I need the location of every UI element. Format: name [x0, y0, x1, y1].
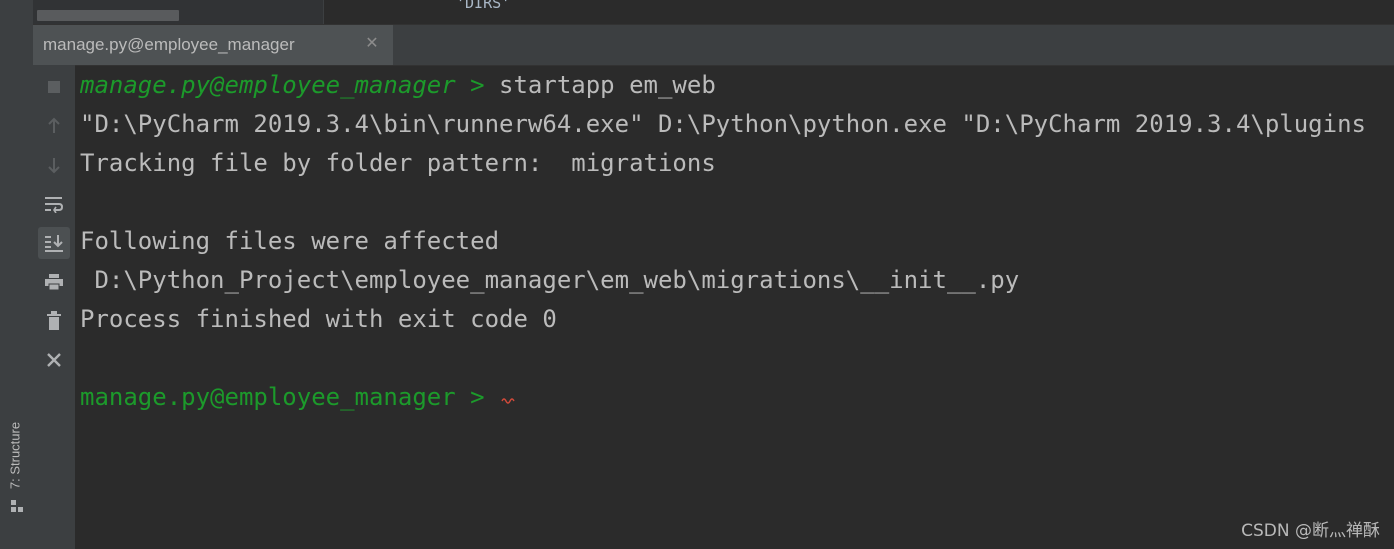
print-icon [45, 274, 63, 291]
structure-tab-label: 7: Structure [7, 421, 23, 490]
horizontal-scrollbar[interactable] [37, 10, 179, 21]
terminal-tab[interactable]: manage.py@employee_manager ✕ [33, 25, 393, 65]
terminal-toolbar [33, 65, 75, 549]
close-button[interactable] [38, 344, 70, 376]
input-cursor-icon [501, 398, 515, 404]
soft-wrap-button[interactable] [38, 188, 70, 220]
scroll-down-icon [48, 158, 60, 174]
terminal-line: Following files were affected [80, 227, 500, 255]
close-icon [47, 353, 61, 367]
trash-icon [47, 311, 61, 330]
clear-all-button[interactable] [38, 305, 70, 337]
terminal-tab-title: manage.py@employee_manager [43, 35, 295, 54]
terminal-output[interactable]: manage.py@employee_manager > startapp em… [80, 65, 1394, 549]
stop-button[interactable] [38, 71, 70, 103]
terminal-line: "D:\PyCharm 2019.3.4\bin\runnerw64.exe" … [80, 110, 1366, 138]
terminal-line: D:\Python_Project\employee_manager\em_we… [80, 266, 1020, 294]
scroll-to-end-button[interactable] [38, 227, 70, 259]
watermark: CSDN @断灬禅酥 [1241, 521, 1380, 541]
scroll-down-button[interactable] [38, 149, 70, 181]
editor-code-fragment: 'DIRS' [456, 0, 511, 12]
terminal-line: manage.py@employee_manager > startapp em… [80, 66, 716, 104]
terminal-line: Tracking file by folder pattern: migrati… [80, 149, 716, 177]
terminal-command: startapp em_web [499, 71, 716, 99]
terminal-prompt: manage.py@employee_manager > [80, 71, 500, 99]
left-tool-strip: 7: Structure [0, 0, 34, 549]
scroll-up-button[interactable] [38, 110, 70, 142]
terminal-line: Process finished with exit code 0 [80, 305, 557, 333]
close-tab-icon[interactable]: ✕ [363, 35, 381, 53]
structure-tool-tab[interactable]: 7: Structure [4, 392, 30, 522]
scroll-to-end-icon [45, 235, 63, 252]
soft-wrap-icon [45, 197, 64, 213]
structure-icon [11, 500, 23, 512]
scroll-up-icon [48, 117, 60, 133]
stop-icon [48, 81, 60, 93]
print-button[interactable] [38, 266, 70, 298]
editor-area: 'DIRS' [33, 0, 1394, 24]
terminal-prompt: manage.py@employee_manager > [80, 383, 500, 411]
terminal-line[interactable]: manage.py@employee_manager > [80, 378, 515, 416]
terminal-tab-bar: manage.py@employee_manager ✕ [33, 24, 1394, 66]
editor-gutter [33, 0, 324, 24]
